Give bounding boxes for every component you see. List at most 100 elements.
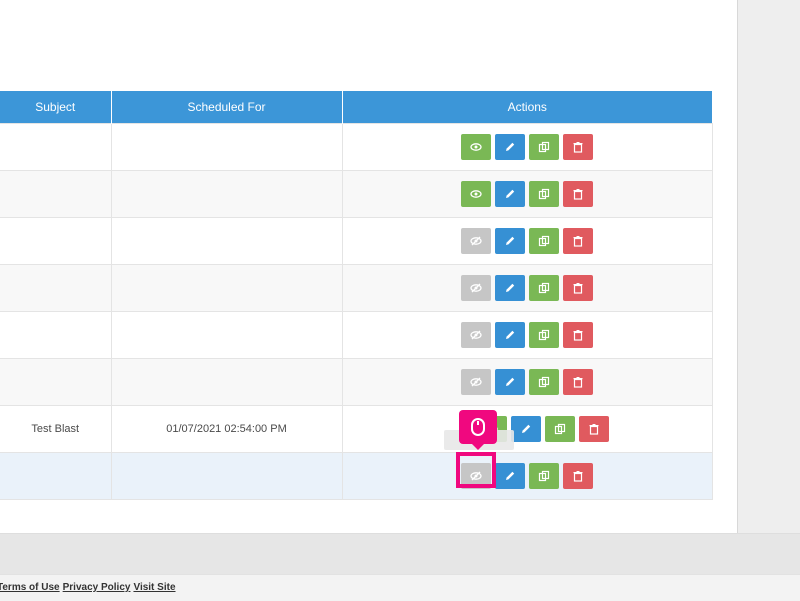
cell-scheduled-for [110,311,343,359]
table-row [0,217,713,265]
view-button[interactable] [461,134,491,160]
copy-icon [538,235,550,247]
cell-subject [0,217,112,265]
table-header-row: Subject Scheduled For Actions [0,91,712,124]
copy-button[interactable] [529,369,559,395]
cell-subject: Test Blast [0,405,112,453]
action-buttons [343,275,712,301]
cell-subject [0,170,112,218]
trash-icon [572,376,584,388]
table-row [0,264,713,312]
delete-button[interactable] [563,463,593,489]
cell-subject [0,452,112,500]
delete-button[interactable] [563,228,593,254]
cell-scheduled-for [110,217,343,265]
view-button[interactable] [461,369,491,395]
view-button[interactable] [461,322,491,348]
eye-slash-icon [470,235,482,247]
action-buttons [343,134,712,160]
cell-actions [341,358,713,406]
view-button[interactable] [461,181,491,207]
table-row: Test Blast 01/07/2021 02:54:00 PM [0,405,713,453]
cell-subject [0,264,112,312]
cell-subject [0,358,112,406]
table-row [0,123,713,171]
cell-actions [341,311,713,359]
table-row [0,170,713,218]
cell-scheduled-for: 01/07/2021 02:54:00 PM [110,405,343,453]
delete-button[interactable] [563,275,593,301]
table-row [0,311,713,359]
copy-button[interactable] [529,181,559,207]
trash-icon [572,282,584,294]
pencil-icon [504,188,516,200]
trash-icon [588,423,600,435]
view-button[interactable] [461,275,491,301]
view-button[interactable] [461,228,491,254]
cell-actions [341,170,713,218]
cell-actions [341,405,713,453]
trash-icon [572,329,584,341]
copy-button[interactable] [545,416,575,442]
delete-button[interactable] [563,181,593,207]
trash-icon [572,188,584,200]
edit-button[interactable] [495,322,525,348]
copy-icon [538,329,550,341]
copy-icon [538,376,550,388]
bottom-bar [0,533,800,575]
copy-icon [538,141,550,153]
cell-scheduled-for [110,358,343,406]
edit-button[interactable] [495,463,525,489]
cell-subject [0,123,112,171]
pencil-icon [504,282,516,294]
trash-icon [572,141,584,153]
copy-icon [538,470,550,482]
edit-button[interactable] [495,134,525,160]
privacy-link[interactable]: Privacy Policy [63,582,131,593]
delete-button[interactable] [563,369,593,395]
pencil-icon [504,376,516,388]
copy-button[interactable] [529,275,559,301]
delete-button[interactable] [563,322,593,348]
header-actions: Actions [342,91,712,124]
eye-slash-icon [470,376,482,388]
cell-actions [341,123,713,171]
pencil-icon [504,329,516,341]
view-button[interactable] [461,463,491,489]
visit-site-link[interactable]: Visit Site [133,582,175,593]
cell-subject [0,311,112,359]
eye-slash-icon [470,329,482,341]
copy-button[interactable] [529,463,559,489]
delete-button[interactable] [563,134,593,160]
delete-button[interactable] [579,416,609,442]
action-buttons [343,463,712,489]
copy-icon [538,282,550,294]
table-row [0,452,713,500]
copy-button[interactable] [529,134,559,160]
cell-scheduled-for [110,452,343,500]
action-buttons [343,181,712,207]
copy-icon [554,423,566,435]
copy-icon [538,188,550,200]
edit-button[interactable] [495,228,525,254]
edit-button[interactable] [495,369,525,395]
footer: Terms of Use Privacy Policy Visit Site [0,574,800,601]
eye-slash-icon [470,282,482,294]
terms-link[interactable]: Terms of Use [0,582,60,593]
right-gutter [738,0,800,533]
edit-button[interactable] [511,416,541,442]
blasts-table: Subject Scheduled For Actions Test Blast… [0,91,713,500]
mouse-icon [459,410,497,450]
header-subject[interactable]: Subject [0,91,112,124]
header-scheduled-for[interactable]: Scheduled For [111,91,343,124]
cell-scheduled-for [110,170,343,218]
edit-button[interactable] [495,275,525,301]
edit-button[interactable] [495,181,525,207]
cell-actions [341,264,713,312]
copy-button[interactable] [529,228,559,254]
action-buttons [343,322,712,348]
copy-button[interactable] [529,322,559,348]
cell-actions [341,217,713,265]
footer-links: Terms of Use Privacy Policy Visit Site [0,582,179,593]
pencil-icon [504,235,516,247]
